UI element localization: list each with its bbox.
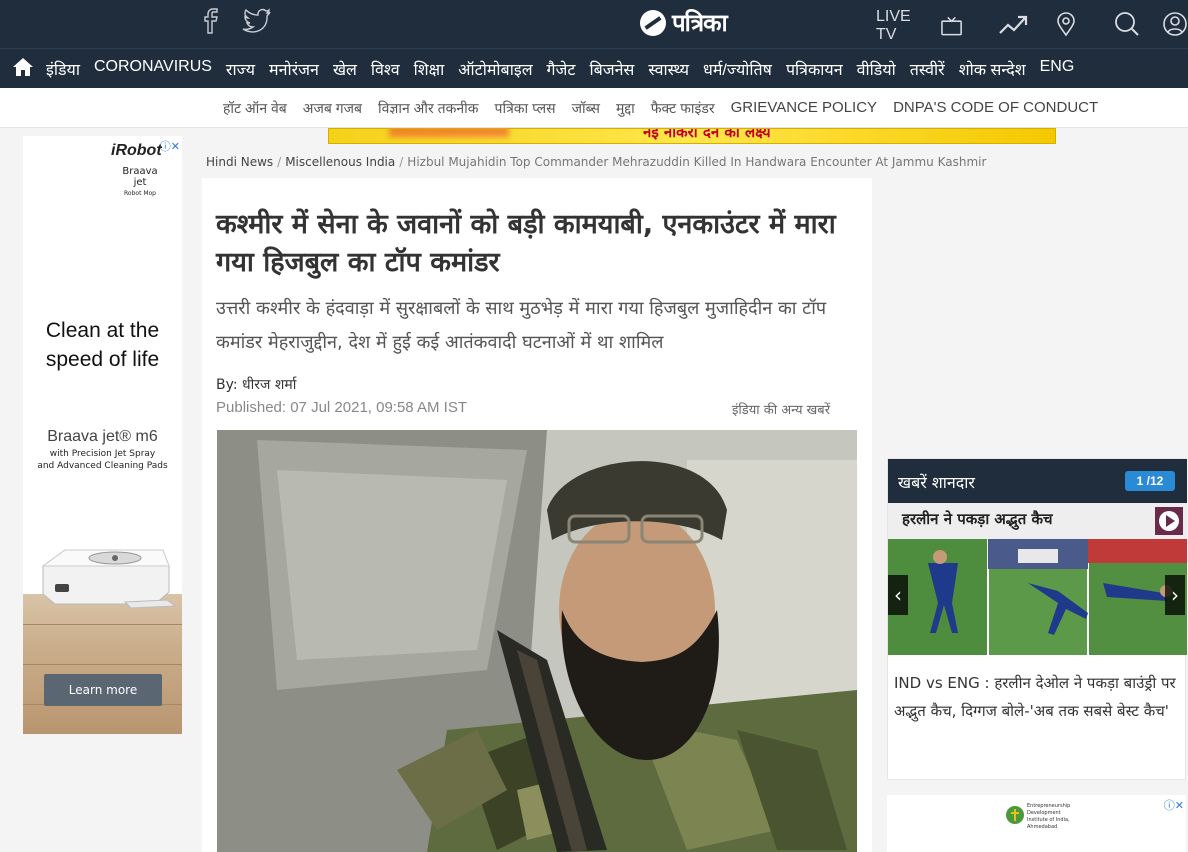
twitter-icon[interactable] (242, 8, 272, 38)
facebook-icon[interactable] (200, 8, 222, 38)
article-published-date: Published: 07 Jul 2021, 09:58 AM IST (216, 399, 467, 416)
breadcrumb-current: Hizbul Mujahidin Top Commander Mehrazudd… (407, 155, 987, 169)
nav-item-obituary[interactable]: शोक सन्देश (959, 58, 1026, 80)
ad-product-logo-name: Braava jet (122, 166, 158, 188)
logo-globe-icon (640, 9, 666, 36)
breadcrumb-item-hindi-news[interactable]: Hindi News (206, 155, 273, 169)
slide-caption[interactable]: IND vs ENG : हरलीन देओल ने पकड़ा बाउंड्र… (894, 669, 1184, 725)
ad-floor-image (23, 594, 182, 734)
robot-mop-image (41, 549, 175, 608)
user-icon[interactable] (1162, 11, 1188, 41)
nav-item-sports[interactable]: खेल (333, 58, 357, 80)
ad-product-logo-sub: Robot Mop (124, 190, 156, 197)
nav-item-coronavirus[interactable]: CORONAVIRUS (94, 58, 212, 80)
nav-item-entertainment[interactable]: मनोरंजन (269, 58, 319, 80)
nav-item-world[interactable]: विश्व (371, 58, 400, 80)
ad-product-name: Braava jet® m6 (47, 428, 158, 445)
nav-item-automobile[interactable]: ऑटोमोबाइल (458, 58, 532, 80)
location-icon[interactable] (1056, 11, 1076, 41)
edi-logo-icon (1006, 806, 1024, 824)
edi-line1: Entrepreneurship (1027, 803, 1071, 809)
adchoices-icon[interactable]: ⓘ✕ (160, 138, 180, 154)
ad-product-logo: Braava jet Robot Mop (115, 166, 165, 199)
nav-item-video[interactable]: वीडियो (857, 58, 896, 80)
logo-text: पत्रिका (672, 9, 728, 37)
nav-item-gadget[interactable]: गैजेट (547, 58, 576, 80)
nav-item-english[interactable]: ENG (1040, 58, 1075, 80)
carousel-slide[interactable]: हरलीन ने पकड़ा अद्भुत कैच (888, 503, 1187, 655)
trending-icon[interactable] (998, 13, 1028, 39)
nav-item-photos[interactable]: तस्वीरें (910, 58, 945, 80)
article-headline: कश्मीर में सेना के जवानों को बड़ी कामयाब… (216, 209, 836, 278)
top-banner-ad[interactable]: नई नौकरी देने का लक्ष्य (328, 128, 1056, 144)
nav-item-india[interactable]: इंडिया (46, 58, 80, 80)
breadcrumb: Hindi News / Miscellenous India / Hizbul Muj… (206, 155, 986, 169)
left-sidebar-ad[interactable]: ⓘ✕ iRobot Braava jet Robot Mop Clean at … (23, 136, 182, 734)
ad-headline-line1: Clean at the (45, 319, 160, 342)
nav-item-education[interactable]: शिक्षा (414, 58, 445, 80)
widget-title: खबरें शानदार (898, 473, 975, 492)
nav-item-religion[interactable]: धर्म/ज्योतिष (703, 58, 772, 80)
subnav-item-science-tech[interactable]: विज्ञान और तकनीक (378, 99, 479, 118)
slide-counter: 1 /12 (1125, 471, 1175, 491)
tv-icon (941, 16, 962, 36)
widget-header: खबरें शानदार 1 /12 (888, 459, 1187, 503)
nav-item-business[interactable]: बिजनेस (590, 58, 635, 80)
carousel-next-arrow[interactable]: › (1165, 575, 1185, 615)
edi-line2: Development (1027, 810, 1061, 816)
subnav-item-jobs[interactable]: जॉब्स (572, 99, 600, 118)
bottom-right-ad[interactable]: ⓘ✕ Entrepreneurship Development Institut… (887, 795, 1186, 852)
breadcrumb-item-misc-india[interactable]: Miscellenous India (285, 155, 395, 169)
edi-line4: Ahmedabad (1027, 824, 1058, 830)
adchoices-icon[interactable]: ⓘ✕ (1164, 797, 1184, 813)
ad-product-description: with Precision Jet Spray and Advanced Cl… (23, 448, 182, 472)
subnav-item-grievance-policy[interactable]: GRIEVANCE POLICY (731, 99, 877, 118)
ad-headline-line2: speed of life (45, 348, 160, 371)
carousel-prev-arrow[interactable]: ‹ (888, 575, 908, 615)
sub-nav-list: हॉट ऑन वेब अजब गजब विज्ञान और तकनीक पत्र… (223, 99, 1098, 118)
nav-item-states[interactable]: राज्य (226, 58, 255, 80)
banner-graphic (389, 129, 509, 137)
news-carousel-widget: खबरें शानदार 1 /12 हरलीन ने पकड़ा अद्भुत… (887, 458, 1187, 780)
subnav-item-mudda[interactable]: मुद्दा (616, 99, 635, 118)
ad-product-desc-line2: and Advanced Cleaning Pads (37, 461, 168, 471)
edi-line3: Institute of India, (1027, 817, 1070, 823)
edi-logo-text: Entrepreneurship Development Institute o… (1027, 803, 1070, 831)
ad-brand-logo: iRobot (111, 142, 162, 159)
home-icon[interactable] (12, 57, 34, 81)
subnav-item-dnpa-code[interactable]: DNPA'S CODE OF CONDUCT (893, 99, 1098, 118)
nav-item-health[interactable]: स्वास्थ्य (648, 58, 689, 80)
top-bar: पत्रिका LIVE TV (0, 0, 1188, 48)
live-tv-button[interactable]: LIVE TV (876, 8, 962, 44)
subnav-item-ajab-gajab[interactable]: अजब गजब (303, 99, 362, 118)
slide-banner-text: हरलीन ने पकड़ा अद्भुत कैच (902, 510, 1053, 528)
main-nav-list: इंडिया CORONAVIRUS राज्य मनोरंजन खेल विश… (46, 58, 1074, 80)
live-tv-label: LIVE TV (876, 8, 911, 43)
search-icon[interactable] (1114, 11, 1140, 41)
ad-headline: Clean at the speed of life (23, 316, 182, 374)
site-logo[interactable]: पत्रिका (640, 6, 728, 39)
main-nav: इंडिया CORONAVIRUS राज्य मनोरंजन खेल विश… (0, 48, 1188, 88)
top-banner-text: नई नौकरी देने का लक्ष्य (643, 128, 771, 141)
play-icon[interactable] (1155, 507, 1183, 535)
more-india-news-link[interactable]: इंडिया की अन्य खबरें (732, 400, 830, 418)
social-links (200, 8, 272, 38)
learn-more-button[interactable]: Learn more (44, 674, 162, 706)
sub-nav: हॉट ऑन वेब अजब गजब विज्ञान और तकनीक पत्र… (0, 88, 1188, 128)
breadcrumb-separator: / (399, 155, 404, 169)
article-summary: उत्तरी कश्मीर के हंदवाड़ा में सुरक्षाबलो… (216, 298, 827, 353)
header-actions: LIVE TV (876, 8, 1188, 44)
article-byline: By: धीरज शर्मा (216, 377, 297, 393)
breadcrumb-separator: / (277, 155, 282, 169)
subnav-item-hot-on-web[interactable]: हॉट ऑन वेब (223, 99, 287, 118)
article-photo (217, 430, 857, 852)
subnav-item-fact-finder[interactable]: फैक्ट फाइंडर (651, 99, 715, 118)
nav-item-patrikayan[interactable]: पत्रिकायन (786, 58, 843, 80)
ad-product-desc-line1: with Precision Jet Spray (49, 449, 156, 459)
subnav-item-patrika-plus[interactable]: पत्रिका प्लस (495, 99, 556, 118)
